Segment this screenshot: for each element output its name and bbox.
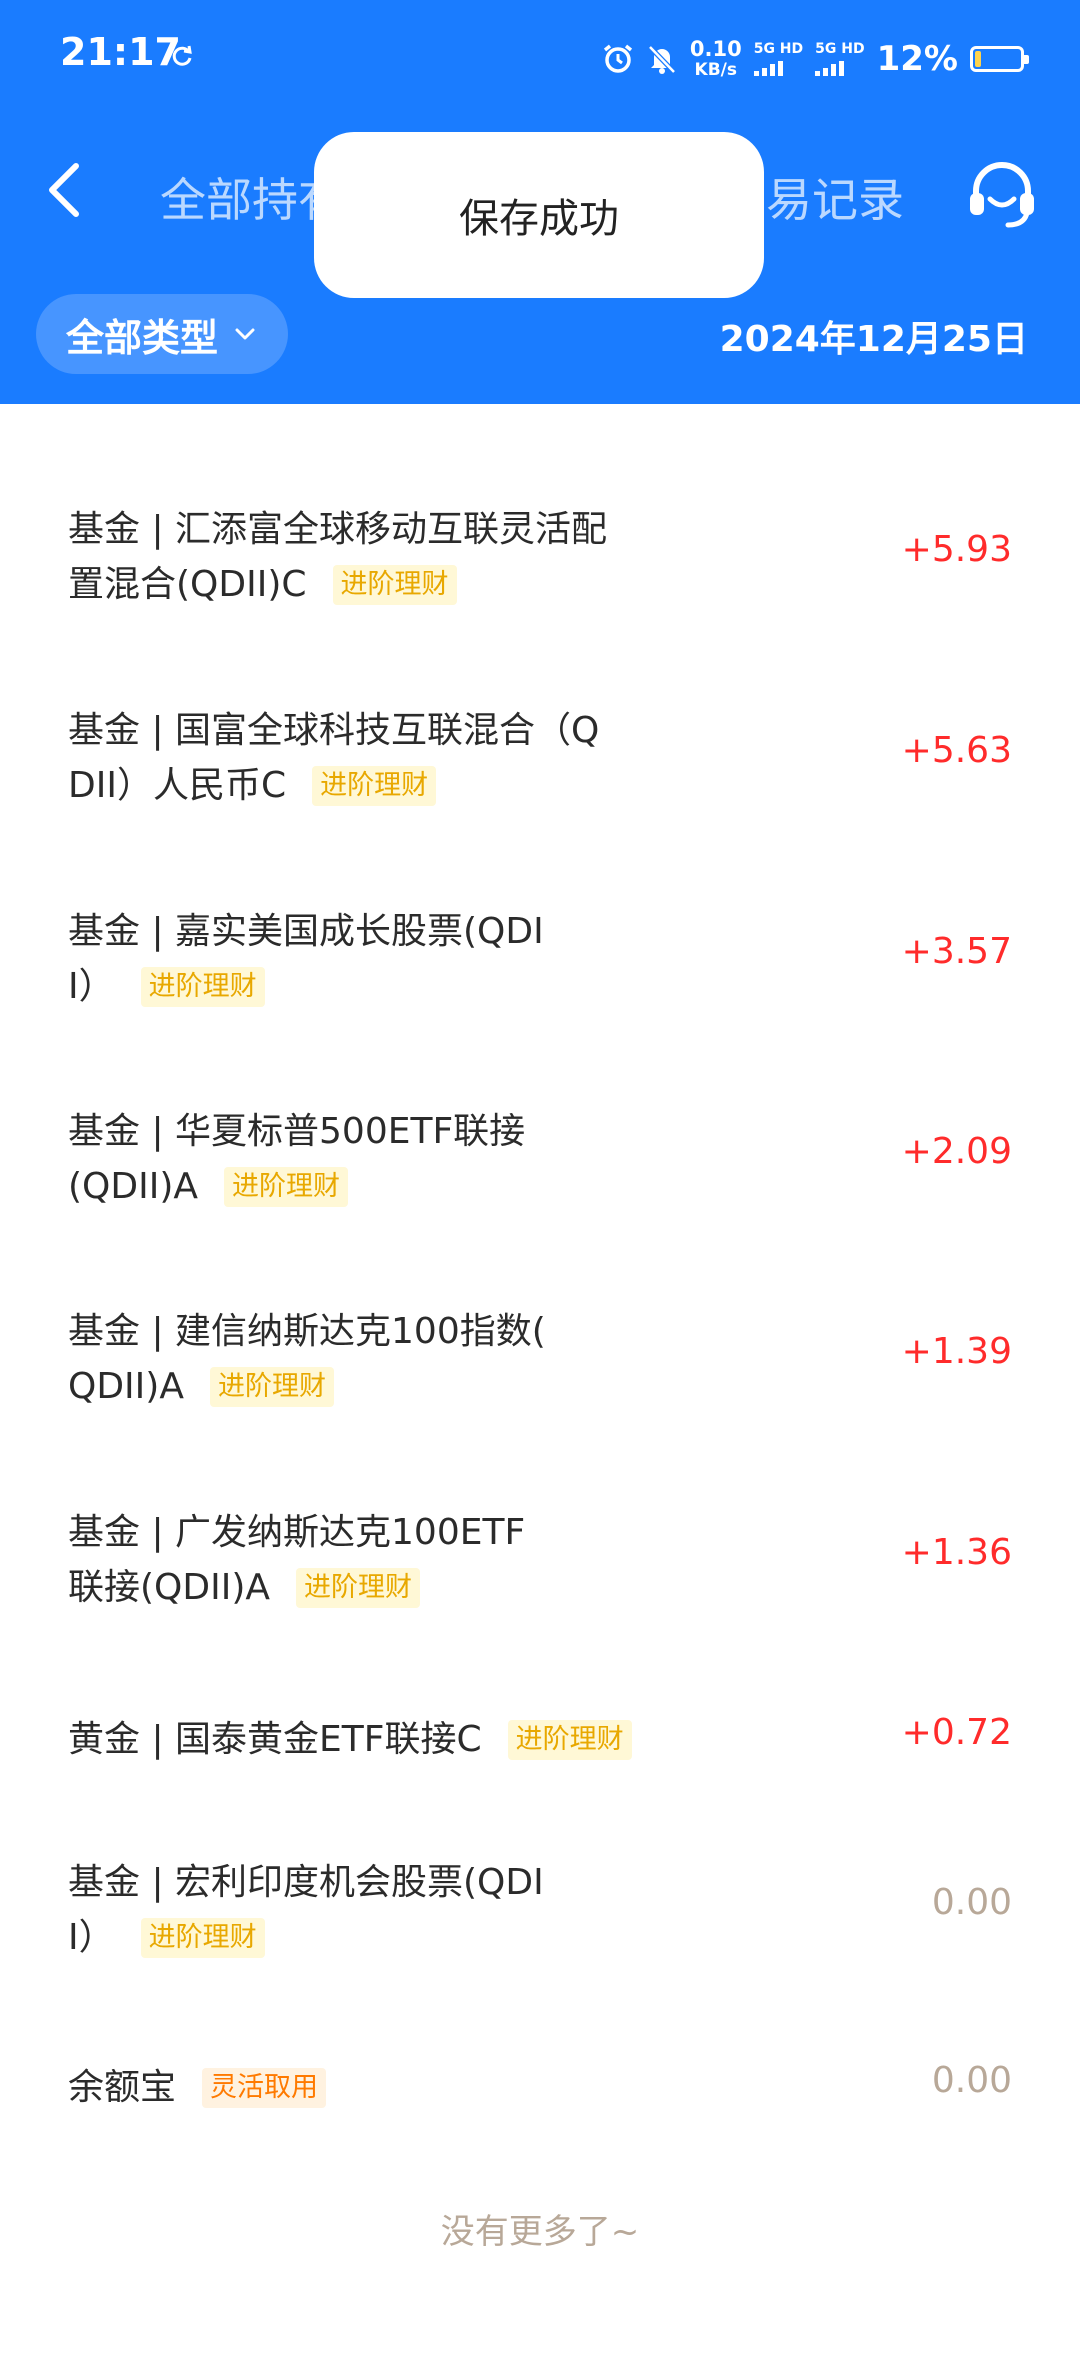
battery-fill bbox=[975, 51, 981, 67]
holding-value: +0.72 bbox=[901, 1712, 1012, 1753]
status-icons: 0.10 KB/s 5G HD 5G HD 12% bbox=[602, 32, 1029, 86]
net-speed-unit: KB/s bbox=[694, 60, 738, 80]
status-bar: 21:17 0.10 KB/s 5G HD 5G HD 12% bbox=[0, 0, 1080, 110]
holding-tag: 进阶理财 bbox=[332, 565, 457, 605]
holding-row[interactable]: 余额宝 灵活取用 0.00 bbox=[0, 2050, 1080, 2130]
holding-name-line2: 置混合(QDII)C bbox=[68, 564, 307, 605]
holding-name-line2: I） bbox=[68, 966, 115, 1007]
date-label: 2024年12月25日 bbox=[719, 319, 1028, 360]
battery-icon bbox=[970, 46, 1029, 72]
save-success-toast: 保存成功 bbox=[314, 132, 764, 298]
back-button[interactable] bbox=[30, 150, 100, 230]
sim1-label: 5G HD bbox=[753, 41, 804, 57]
holding-row[interactable]: 基金 | 嘉实美国成长股票(QDI I） 进阶理财 +3.57 bbox=[0, 894, 1080, 1034]
holding-name-line1: 基金 | 嘉实美国成长股票(QDI bbox=[68, 911, 544, 952]
holding-row[interactable]: 黄金 | 国泰黄金ETF联接C 进阶理财 +0.72 bbox=[0, 1702, 1080, 1782]
holding-name: 基金 | 国富全球科技互联混合（Q DII）人民币C 进阶理财 bbox=[68, 703, 688, 813]
holding-value: +1.39 bbox=[901, 1331, 1012, 1372]
holding-row[interactable]: 基金 | 汇添富全球移动互联灵活配 置混合(QDII)C 进阶理财 +5.93 bbox=[0, 492, 1080, 632]
holding-value: +1.36 bbox=[901, 1532, 1012, 1573]
holding-tag: 进阶理财 bbox=[209, 1367, 334, 1407]
holding-name: 基金 | 建信纳斯达克100指数( QDII)A 进阶理财 bbox=[68, 1304, 688, 1414]
battery-percent: 12% bbox=[876, 39, 958, 79]
holding-value: 0.00 bbox=[931, 1882, 1012, 1923]
sync-icon bbox=[172, 45, 192, 66]
holding-value: +5.63 bbox=[901, 730, 1012, 771]
holding-name-line2: QDII)A bbox=[68, 1366, 184, 1407]
holding-name: 基金 | 嘉实美国成长股票(QDI I） 进阶理财 bbox=[68, 904, 688, 1014]
header: 21:17 0.10 KB/s 5G HD 5G HD 12% 全部持有 交易记… bbox=[0, 0, 1080, 404]
chevron-down-icon bbox=[235, 328, 255, 340]
net-speed: 0.10 KB/s bbox=[690, 39, 742, 79]
holding-name-line1: 基金 | 华夏标普500ETF联接 bbox=[68, 1111, 526, 1152]
holding-name-line1: 余额宝 bbox=[68, 2067, 177, 2108]
holding-name-line1: 黄金 | 国泰黄金ETF联接C bbox=[68, 1719, 482, 1760]
holding-value: 0.00 bbox=[931, 2060, 1012, 2101]
customer-service-icon[interactable] bbox=[962, 155, 1042, 235]
holding-tag: 进阶理财 bbox=[312, 766, 437, 806]
holding-name-line2: 联接(QDII)A bbox=[68, 1567, 271, 1608]
holding-name: 余额宝 灵活取用 bbox=[68, 2060, 688, 2115]
holding-tag: 进阶理财 bbox=[224, 1167, 349, 1207]
holding-name: 黄金 | 国泰黄金ETF联接C 进阶理财 bbox=[68, 1712, 768, 1767]
holding-row[interactable]: 基金 | 国富全球科技互联混合（Q DII）人民币C 进阶理财 +5.63 bbox=[0, 693, 1080, 833]
holding-value: +3.57 bbox=[901, 931, 1012, 972]
signal-icon bbox=[753, 60, 783, 76]
holding-tag: 进阶理财 bbox=[507, 1720, 632, 1760]
holding-row[interactable]: 基金 | 宏利印度机会股票(QDI I） 进阶理财 0.00 bbox=[0, 1845, 1080, 1985]
type-filter-label: 全部类型 bbox=[66, 315, 219, 360]
holding-name-line1: 基金 | 建信纳斯达克100指数( bbox=[68, 1311, 546, 1352]
holding-name: 基金 | 广发纳斯达克100ETF 联接(QDII)A 进阶理财 bbox=[68, 1505, 688, 1615]
holding-name: 基金 | 汇添富全球移动互联灵活配 置混合(QDII)C 进阶理财 bbox=[68, 502, 688, 612]
alarm-icon bbox=[603, 44, 632, 73]
holding-name-line2: (QDII)A bbox=[68, 1166, 199, 1207]
sim2-label: 5G HD bbox=[815, 41, 865, 57]
holding-tag: 进阶理财 bbox=[140, 967, 265, 1007]
holding-name-line1: 基金 | 宏利印度机会股票(QDI bbox=[68, 1862, 544, 1903]
holding-tag: 进阶理财 bbox=[140, 1918, 265, 1958]
holding-name-line1: 基金 | 国富全球科技互联混合（Q bbox=[68, 710, 600, 751]
type-filter-dropdown[interactable]: 全部类型 bbox=[36, 294, 289, 374]
holding-value: +5.93 bbox=[901, 529, 1012, 570]
status-time: 21:17 bbox=[60, 30, 181, 74]
holding-name: 基金 | 华夏标普500ETF联接 (QDII)A 进阶理财 bbox=[68, 1104, 688, 1214]
signal-sim1: 5G HD bbox=[753, 41, 804, 76]
holding-name-line1: 基金 | 汇添富全球移动互联灵活配 bbox=[68, 509, 608, 550]
signal-icon bbox=[815, 60, 845, 76]
holding-tag: 进阶理财 bbox=[296, 1568, 421, 1608]
signal-sim2: 5G HD bbox=[815, 41, 865, 76]
holding-value: +2.09 bbox=[901, 1131, 1012, 1172]
net-speed-value: 0.10 bbox=[689, 37, 742, 61]
holding-name-line2: I） bbox=[68, 1917, 115, 1958]
holding-name-line2: DII）人民币C bbox=[68, 765, 287, 806]
holding-row[interactable]: 基金 | 华夏标普500ETF联接 (QDII)A 进阶理财 +2.09 bbox=[0, 1094, 1080, 1234]
holding-row[interactable]: 基金 | 广发纳斯达克100ETF 联接(QDII)A 进阶理财 +1.36 bbox=[0, 1495, 1080, 1635]
holding-row[interactable]: 基金 | 建信纳斯达克100指数( QDII)A 进阶理财 +1.39 bbox=[0, 1294, 1080, 1434]
holding-tag: 灵活取用 bbox=[202, 2068, 327, 2108]
mute-icon bbox=[648, 45, 676, 74]
holding-name-line1: 基金 | 广发纳斯达克100ETF bbox=[68, 1512, 526, 1553]
holding-name: 基金 | 宏利印度机会股票(QDI I） 进阶理财 bbox=[68, 1855, 688, 1965]
no-more-label: 没有更多了~ bbox=[440, 2212, 640, 2252]
